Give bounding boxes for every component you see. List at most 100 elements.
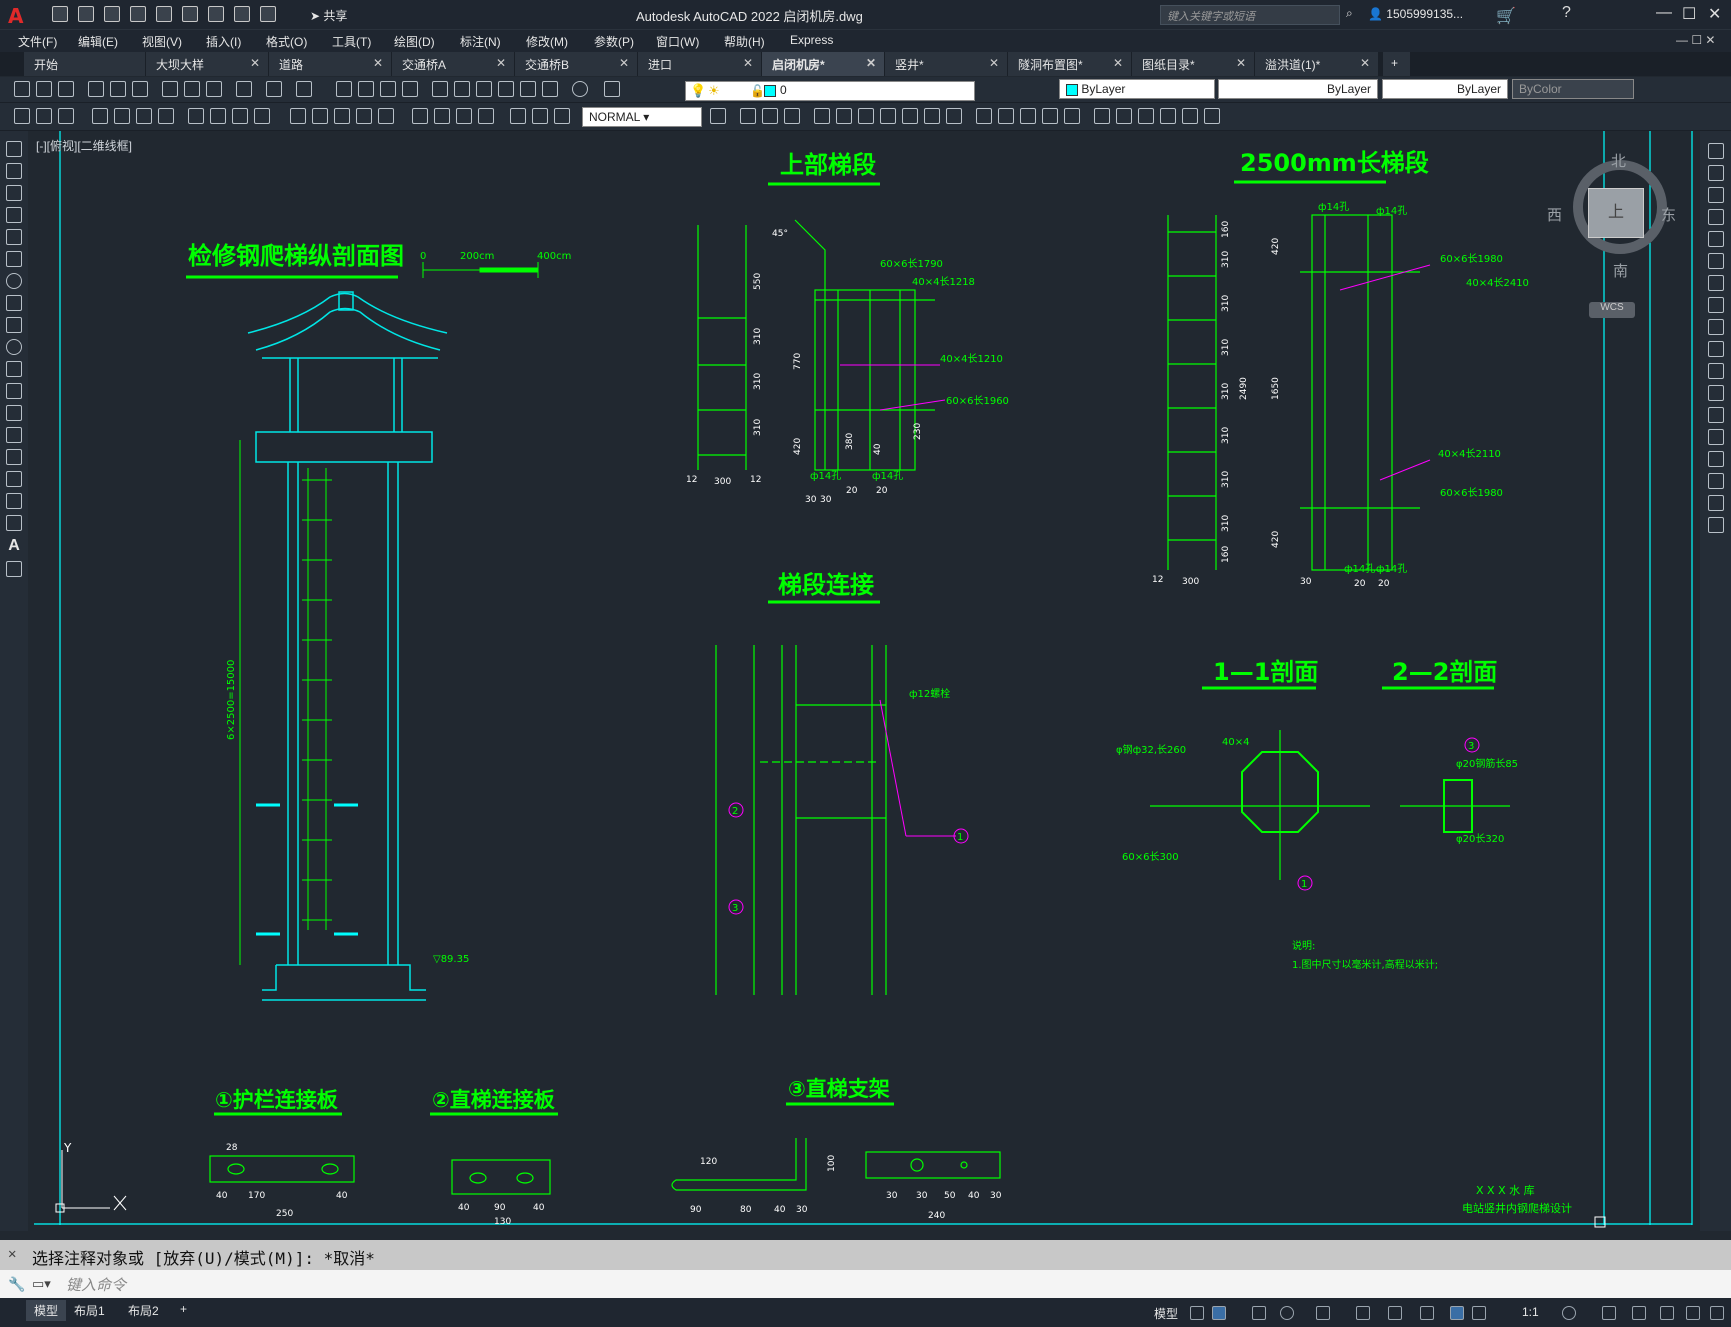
move-icon[interactable]	[836, 108, 852, 124]
aligned-dim-icon[interactable]	[114, 108, 130, 124]
tab-bridge-a[interactable]: 交通桥A ✕	[392, 52, 515, 76]
dim-space-icon[interactable]	[356, 108, 372, 124]
quick-dim-icon[interactable]	[290, 108, 306, 124]
make-block-icon[interactable]	[6, 405, 22, 421]
fullscreen-icon[interactable]	[1686, 1306, 1700, 1320]
construction-line-icon[interactable]	[6, 163, 22, 179]
color-dropdown[interactable]: ByLayer	[1059, 79, 1215, 99]
workspace-gear-icon[interactable]	[1562, 1306, 1576, 1320]
doc-window-controls[interactable]: — ☐ ✕	[1676, 33, 1715, 47]
continue-dim-icon[interactable]	[334, 108, 350, 124]
line-icon[interactable]	[6, 141, 22, 157]
menu-parametric[interactable]: 参数(P)	[594, 33, 634, 50]
lineweight-dropdown[interactable]: ByLayer	[1382, 79, 1508, 99]
sheet-set-icon[interactable]	[498, 81, 514, 97]
gradient-icon[interactable]	[6, 471, 22, 487]
properties-icon[interactable]	[432, 81, 448, 97]
cut-icon[interactable]	[162, 81, 178, 97]
publish-icon[interactable]	[132, 81, 148, 97]
maximize-icon[interactable]: ☐	[1682, 4, 1696, 24]
close-tab-icon[interactable]: ✕	[989, 56, 999, 70]
radius-dim-icon[interactable]	[188, 108, 204, 124]
share-button[interactable]: ➤ 共享	[310, 7, 347, 24]
isolate-icon[interactable]	[1660, 1306, 1674, 1320]
menu-help[interactable]: 帮助(H)	[724, 33, 765, 50]
trim-icon[interactable]	[924, 108, 940, 124]
annotation-visibility-icon[interactable]	[1450, 1306, 1464, 1320]
paste-icon[interactable]	[206, 81, 222, 97]
close-tab-icon[interactable]: ✕	[373, 56, 383, 70]
jogged-linear-icon[interactable]	[478, 108, 494, 124]
search-icon[interactable]: ⌕	[1346, 6, 1353, 21]
new-icon[interactable]	[14, 81, 30, 97]
close-tab-icon[interactable]: ✕	[866, 56, 876, 70]
insert-block-icon[interactable]	[6, 383, 22, 399]
diameter-dim-icon[interactable]	[232, 108, 248, 124]
tolerance-icon[interactable]	[412, 108, 428, 124]
minimize-icon[interactable]: —	[1656, 4, 1672, 22]
grid-icon[interactable]	[1190, 1306, 1204, 1320]
menu-edit[interactable]: 编辑(E)	[78, 33, 118, 50]
autoscale-icon[interactable]	[1472, 1306, 1486, 1320]
move-icon[interactable]	[1708, 253, 1724, 269]
point-icon[interactable]	[6, 427, 22, 443]
linetype-dropdown[interactable]: ByLayer	[1218, 79, 1378, 99]
layer-dropdown[interactable]	[685, 81, 975, 101]
scale-icon[interactable]	[880, 108, 896, 124]
fillet-icon[interactable]	[1708, 473, 1724, 489]
calculator-icon[interactable]	[542, 81, 558, 97]
array-icon[interactable]	[1708, 231, 1724, 247]
offset-icon[interactable]	[1708, 209, 1724, 225]
rotate-icon[interactable]	[1708, 275, 1724, 291]
copy-icon[interactable]	[184, 81, 200, 97]
blend-icon[interactable]	[1708, 495, 1724, 511]
viewport-controls[interactable]: [-][俯视][二维线框]	[36, 137, 132, 154]
menu-format[interactable]: 格式(O)	[266, 33, 307, 50]
close-icon[interactable]: ✕	[1708, 4, 1721, 24]
new-icon[interactable]	[52, 6, 68, 22]
layer-state-icon[interactable]	[58, 108, 74, 124]
fillet-icon[interactable]	[1042, 108, 1058, 124]
menu-express[interactable]: Express	[790, 33, 833, 47]
mirror-icon[interactable]	[762, 108, 778, 124]
add-layout-button[interactable]: +	[180, 1302, 187, 1316]
command-prompt-icon[interactable]: ▭▾	[32, 1276, 51, 1292]
polyline-icon[interactable]	[6, 185, 22, 201]
viewcube-top-face[interactable]: 上	[1588, 188, 1644, 238]
monitor-icon[interactable]	[1632, 1306, 1646, 1320]
arc-icon[interactable]	[6, 251, 22, 267]
search-input[interactable]: 键入关键字或短语	[1160, 5, 1340, 25]
save-icon[interactable]	[104, 6, 120, 22]
circle-icon[interactable]	[6, 273, 22, 289]
tab-start[interactable]: 开始	[24, 52, 146, 76]
close-tab-icon[interactable]: ✕	[743, 56, 753, 70]
block-icon[interactable]	[1094, 108, 1110, 124]
model-space-button[interactable]: 模型	[1154, 1305, 1178, 1322]
insert-icon[interactable]	[1116, 108, 1132, 124]
customization-menu-icon[interactable]	[1710, 1306, 1724, 1320]
copy-object-icon[interactable]	[740, 108, 756, 124]
dim-update-icon[interactable]	[554, 108, 570, 124]
help-icon[interactable]	[572, 81, 588, 97]
new-tab-button[interactable]: +	[1383, 52, 1411, 76]
spline-icon[interactable]	[6, 317, 22, 333]
close-command-icon[interactable]: ✕	[8, 1246, 16, 1262]
menu-view[interactable]: 视图(V)	[142, 33, 182, 50]
close-tab-icon[interactable]: ✕	[1360, 56, 1370, 70]
break-icon[interactable]	[976, 108, 992, 124]
plus-icon[interactable]	[1602, 1306, 1616, 1320]
layer-properties-icon[interactable]	[604, 81, 620, 97]
tab-road[interactable]: 道路 ✕	[269, 52, 392, 76]
mtext-icon[interactable]: A	[6, 537, 22, 555]
rotate-icon[interactable]	[858, 108, 874, 124]
cart-icon[interactable]: 🛒	[1496, 6, 1516, 26]
dimstyle-dropdown[interactable]: NORMAL ▾	[582, 107, 702, 127]
mirror-icon[interactable]	[1708, 187, 1724, 203]
tab-hoist-room[interactable]: 启闭机房* ✕	[762, 52, 885, 76]
command-input[interactable]: 🔧 ▭▾ 键入命令	[0, 1270, 1731, 1298]
trim-icon[interactable]	[1708, 341, 1724, 357]
workspace-icon[interactable]	[14, 108, 30, 124]
angular-dim-icon[interactable]	[254, 108, 270, 124]
revcloud-icon[interactable]	[6, 295, 22, 311]
menu-draw[interactable]: 绘图(D)	[394, 33, 435, 50]
